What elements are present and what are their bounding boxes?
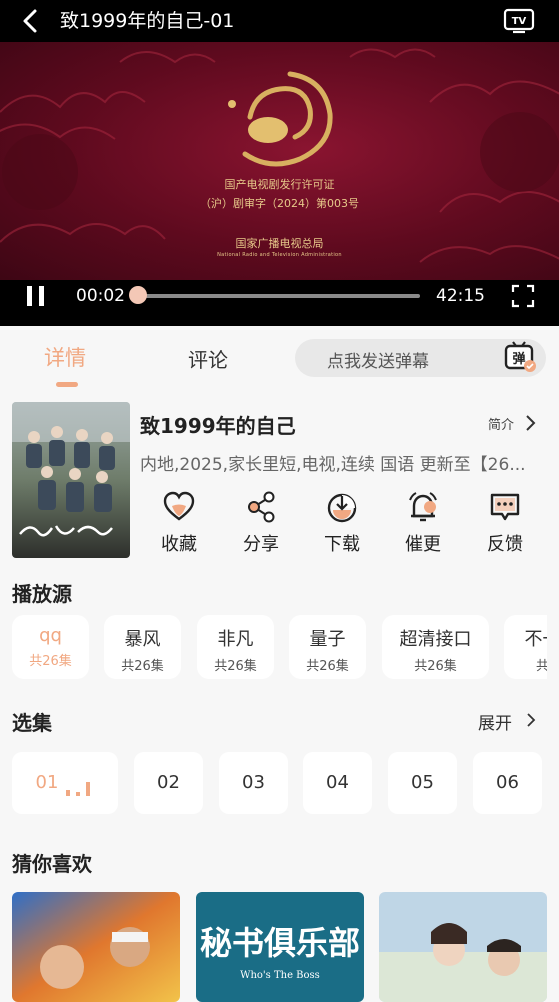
share-button[interactable]: 分享 — [231, 490, 291, 556]
video-title: 致1999年的自己-01 — [60, 10, 235, 32]
svg-text:弹: 弹 — [512, 351, 525, 367]
tab-comments[interactable]: 评论 — [188, 344, 228, 373]
authority-name: 国家广播电视总局 — [235, 237, 324, 250]
source-count: 共26集 — [29, 654, 72, 669]
license-line-2: （沪）剧审字（2024）第003号 — [200, 197, 359, 210]
current-time: 00:02 — [76, 286, 125, 306]
source-item-hd[interactable]: 超清接口共26集 — [382, 615, 489, 679]
feedback-button[interactable]: 反馈 — [475, 490, 535, 556]
episode-number: 02 — [157, 772, 180, 793]
episode-number: 03 — [242, 772, 265, 793]
source-count: 共26集 — [214, 659, 257, 674]
source-name: qq — [39, 625, 62, 646]
remind-update-button[interactable]: 催更 — [393, 490, 453, 556]
license-line-1: 国产电视剧发行许可证 — [224, 178, 335, 191]
recommend-card[interactable] — [12, 892, 180, 1002]
tv-cast-icon[interactable]: TV — [503, 7, 535, 35]
favorite-button[interactable]: 收藏 — [149, 490, 209, 556]
download-icon — [327, 493, 357, 523]
favorite-label: 收藏 — [161, 534, 197, 555]
tab-bar: 详情 评论 点我发送弹幕 弹 — [0, 326, 559, 390]
source-count: 共 — [535, 659, 547, 674]
danmaku-toggle-icon[interactable]: 弹 — [502, 340, 538, 376]
recommend-title: 猜你喜欢 — [12, 852, 92, 876]
tab-active-indicator — [56, 382, 78, 387]
source-item-liangzi[interactable]: 量子共26集 — [289, 615, 366, 679]
share-label: 分享 — [243, 534, 279, 555]
top-bar: 致1999年的自己-01 TV — [0, 0, 559, 42]
progress-thumb[interactable] — [129, 286, 148, 304]
episode-item[interactable]: 04 — [303, 752, 372, 814]
source-item-feifan[interactable]: 非凡共26集 — [197, 615, 274, 679]
feedback-label: 反馈 — [487, 534, 523, 555]
recommend-poster-title: 秘书俱乐部 — [200, 924, 360, 962]
episode-number: 06 — [496, 772, 519, 793]
source-item-qq[interactable]: qq 共26集 — [12, 615, 89, 679]
source-item-baofeng[interactable]: 暴风共26集 — [104, 615, 181, 679]
source-count: 共26集 — [414, 659, 457, 674]
remind-update-label: 催更 — [405, 534, 441, 555]
source-list: qq 共26集 暴风共26集 非凡共26集 量子共26集 超清接口共26集 不一共 — [12, 615, 547, 681]
show-poster[interactable] — [12, 402, 130, 558]
episode-item[interactable]: 02 — [134, 752, 203, 814]
show-meta: 内地,2025,家长里短,电视,连续 国语 更新至【26... — [140, 455, 526, 475]
source-name: 非凡 — [217, 629, 254, 650]
danmaku-placeholder: 点我发送弹幕 — [327, 352, 429, 372]
pause-icon[interactable] — [24, 284, 48, 308]
fullscreen-icon[interactable] — [511, 284, 535, 308]
expand-button[interactable]: 展开 — [478, 709, 512, 734]
episode-number: 05 — [411, 772, 434, 793]
bell-icon — [409, 492, 437, 522]
source-item-more[interactable]: 不一共 — [504, 615, 547, 679]
recommend-poster-subtitle: Who's The Boss — [240, 970, 320, 981]
source-count: 共26集 — [121, 659, 164, 674]
download-button[interactable]: 下载 — [312, 490, 372, 556]
danmaku-input[interactable]: 点我发送弹幕 弹 — [295, 339, 546, 377]
source-count: 共26集 — [306, 659, 349, 674]
player-controls: 00:02 42:15 — [0, 280, 559, 326]
download-label: 下载 — [324, 534, 360, 555]
episodes-title: 选集 — [12, 711, 52, 735]
progress-track[interactable] — [138, 294, 420, 298]
episode-item[interactable]: 05 — [388, 752, 457, 814]
svg-text:TV: TV — [512, 16, 527, 27]
chevron-right-icon[interactable] — [521, 413, 539, 433]
episode-item[interactable]: 03 — [219, 752, 288, 814]
source-name: 超清接口 — [399, 629, 472, 650]
episode-number: 04 — [326, 772, 349, 793]
heart-icon — [163, 491, 195, 521]
episode-item[interactable]: 06 — [473, 752, 542, 814]
back-arrow-icon[interactable] — [18, 8, 44, 34]
source-name: 量子 — [309, 629, 346, 650]
intro-link[interactable]: 简介 — [488, 414, 514, 433]
sources-title: 播放源 — [12, 582, 72, 606]
recommend-card[interactable] — [379, 892, 547, 1002]
tab-detail[interactable]: 详情 — [44, 342, 86, 372]
share-icon — [248, 491, 275, 523]
video-player[interactable]: 国产电视剧发行许可证 （沪）剧审字（2024）第003号 国家广播电视总局 Na… — [0, 42, 559, 280]
episode-item[interactable]: 01 — [12, 752, 118, 814]
recommend-card[interactable]: 秘书俱乐部 Who's The Boss — [196, 892, 364, 1002]
duration: 42:15 — [436, 286, 485, 306]
source-name: 不一 — [524, 629, 548, 650]
episode-number: 01 — [35, 772, 59, 793]
feedback-icon — [490, 493, 520, 521]
chevron-right-icon[interactable] — [524, 711, 538, 729]
show-title: 致1999年的自己 — [140, 414, 296, 438]
playing-bars-icon — [66, 782, 90, 796]
authority-name-en: National Radio and Television Administra… — [217, 252, 342, 258]
source-name: 暴风 — [124, 629, 161, 650]
